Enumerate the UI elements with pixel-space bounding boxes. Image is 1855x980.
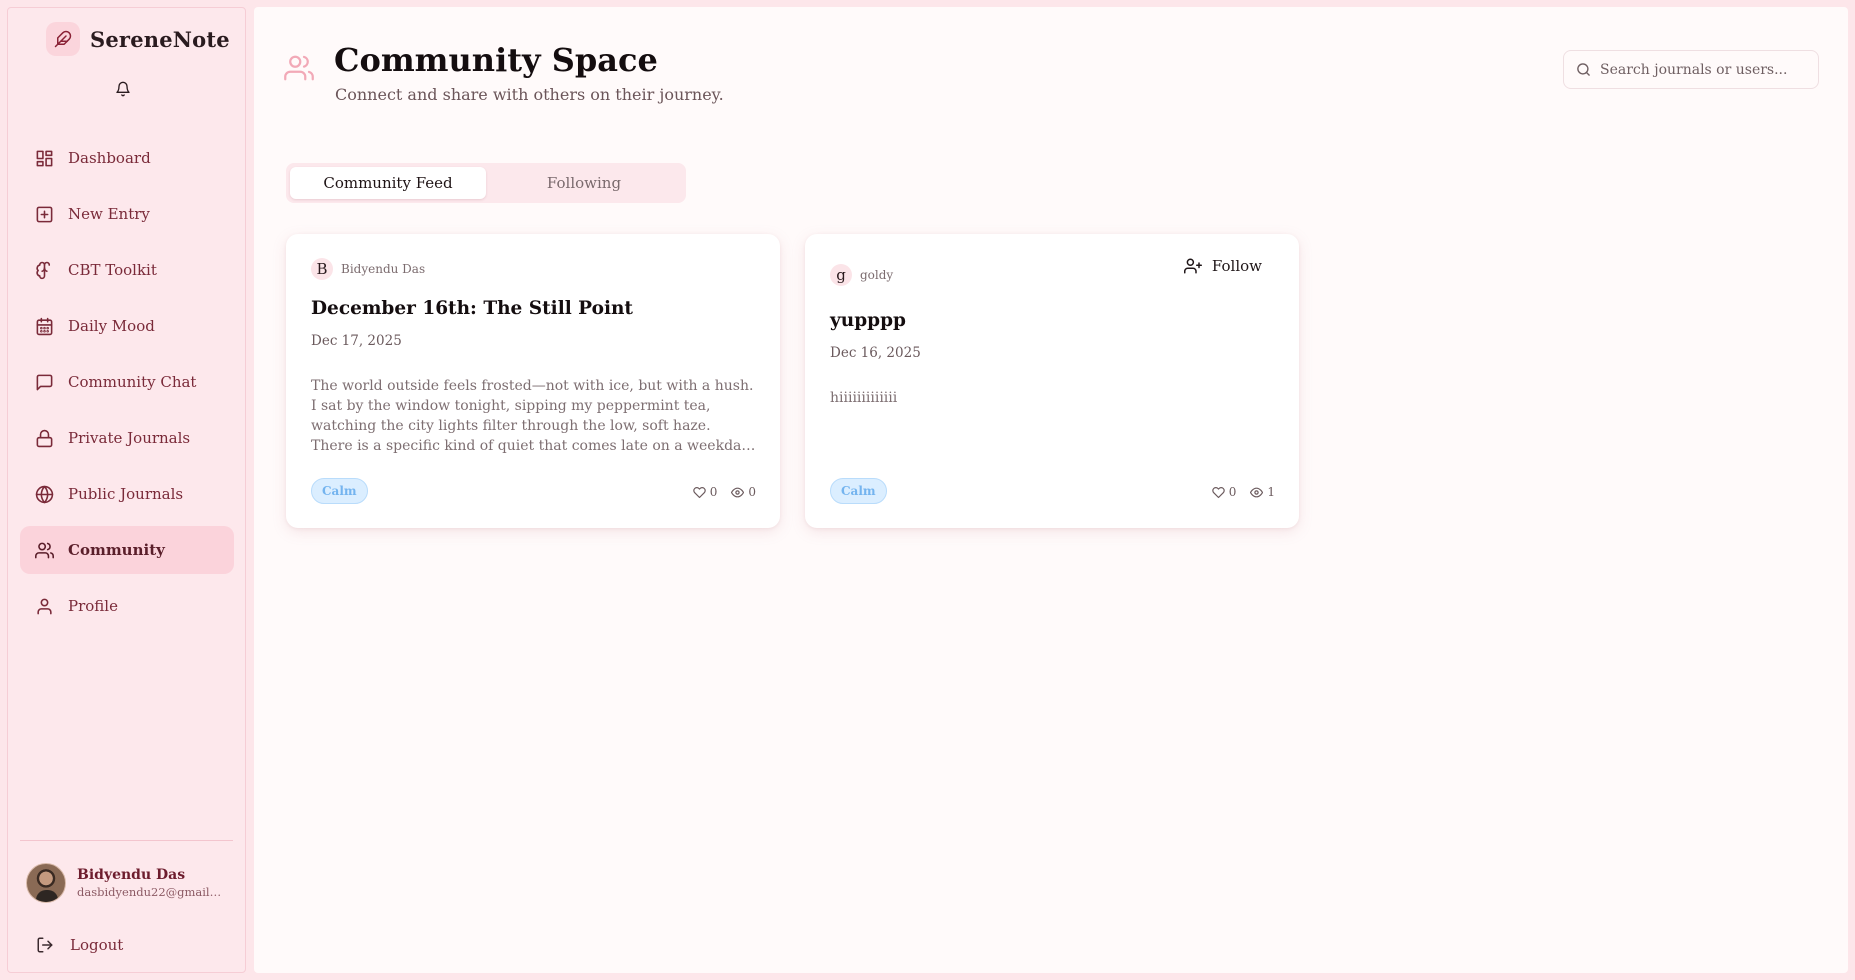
- sidebar-item-label: Private Journals: [68, 429, 191, 447]
- view-stat: 1: [1250, 485, 1275, 499]
- main-content: Community Space Connect and share with o…: [254, 7, 1848, 973]
- heart-icon: [1211, 486, 1225, 499]
- view-stat: 0: [731, 485, 756, 499]
- lock-icon: [35, 429, 54, 448]
- sidebar-item-label: Dashboard: [68, 149, 151, 167]
- sidebar-item-label: Community Chat: [68, 373, 197, 391]
- user-email: dasbidyendu22@gmail.com: [77, 885, 222, 899]
- sidebar-item-label: Profile: [68, 597, 118, 615]
- user-name: Bidyendu Das: [77, 867, 186, 883]
- eye-icon: [1250, 486, 1264, 499]
- users-icon: [35, 541, 54, 560]
- post-date: Dec 16, 2025: [830, 345, 921, 361]
- logout-icon: [36, 936, 54, 954]
- sidebar-item-label: Daily Mood: [68, 317, 155, 335]
- post-date: Dec 17, 2025: [311, 333, 402, 349]
- follow-label: Follow: [1211, 257, 1262, 275]
- heart-icon: [692, 486, 706, 499]
- message-icon: [35, 373, 54, 392]
- post-stats: 0 0: [692, 485, 756, 499]
- like-button[interactable]: 0: [1211, 485, 1237, 499]
- like-button[interactable]: 0: [692, 485, 718, 499]
- users-icon: [284, 53, 314, 83]
- sidebar-item-daily-mood[interactable]: Daily Mood: [20, 302, 234, 350]
- app-name: SereneNote: [90, 26, 230, 52]
- eye-icon: [731, 486, 745, 499]
- like-count: 0: [709, 485, 718, 499]
- user-icon: [35, 597, 54, 616]
- author-name: Bidyendu Das: [341, 262, 426, 276]
- sidebar-item-private-journals[interactable]: Private Journals: [20, 414, 234, 462]
- follow-button[interactable]: Follow: [1183, 257, 1262, 275]
- search-input[interactable]: [1600, 61, 1810, 78]
- post-stats: 0 1: [1211, 485, 1275, 499]
- sidebar-item-label: Community: [68, 541, 165, 559]
- tab-community-feed[interactable]: Community Feed: [290, 167, 486, 199]
- author-avatar: B: [311, 258, 333, 280]
- post-author[interactable]: B Bidyendu Das: [311, 258, 425, 280]
- sidebar-nav: Dashboard New Entry CBT Toolkit Daily Mo…: [20, 134, 234, 638]
- author-avatar: g: [830, 264, 852, 286]
- sidebar-item-label: New Entry: [68, 205, 150, 223]
- user-plus-icon: [1183, 257, 1202, 275]
- sidebar-divider: [20, 840, 233, 841]
- dashboard-icon: [35, 149, 54, 168]
- sidebar-item-cbt-toolkit[interactable]: CBT Toolkit: [20, 246, 234, 294]
- sidebar-item-public-journals[interactable]: Public Journals: [20, 470, 234, 518]
- view-count: 1: [1267, 485, 1275, 499]
- brand[interactable]: SereneNote: [46, 22, 230, 56]
- feed-tabs: Community Feed Following: [286, 163, 686, 203]
- post-title[interactable]: yupppp: [830, 310, 906, 331]
- mood-tag: Calm: [311, 478, 368, 504]
- sidebar-item-community[interactable]: Community: [20, 526, 234, 574]
- post-card[interactable]: g goldy Follow yupppp Dec 16, 2025 hiiii…: [805, 234, 1299, 528]
- post-author[interactable]: g goldy: [830, 264, 893, 286]
- user-card[interactable]: Bidyendu Das dasbidyendu22@gmail.com: [26, 863, 222, 903]
- like-count: 0: [1228, 485, 1237, 499]
- author-name: goldy: [860, 268, 894, 282]
- sidebar-item-profile[interactable]: Profile: [20, 582, 234, 630]
- sidebar-item-new-entry[interactable]: New Entry: [20, 190, 234, 238]
- plus-square-icon: [35, 205, 54, 224]
- avatar: [26, 863, 66, 903]
- tab-following[interactable]: Following: [486, 167, 682, 199]
- search-icon: [1576, 62, 1591, 77]
- sidebar-item-community-chat[interactable]: Community Chat: [20, 358, 234, 406]
- view-count: 0: [748, 485, 756, 499]
- search-box[interactable]: [1563, 50, 1819, 89]
- post-excerpt: The world outside feels frosted—not with…: [311, 378, 754, 454]
- bell-icon[interactable]: [115, 81, 133, 99]
- sidebar-item-label: Public Journals: [68, 485, 184, 503]
- page-subtitle: Connect and share with others on their j…: [335, 85, 724, 104]
- post-title[interactable]: December 16th: The Still Point: [311, 298, 633, 319]
- brain-icon: [35, 261, 54, 280]
- calendar-icon: [35, 317, 54, 336]
- globe-icon: [35, 485, 54, 504]
- sidebar-item-dashboard[interactable]: Dashboard: [20, 134, 234, 182]
- page-title: Community Space: [334, 41, 658, 79]
- sidebar: SereneNote Dashboard New Entry CBT Toolk…: [7, 7, 246, 973]
- logout-button[interactable]: Logout: [36, 936, 123, 954]
- post-card[interactable]: B Bidyendu Das December 16th: The Still …: [286, 234, 780, 528]
- feather-logo-icon: [46, 22, 80, 56]
- sidebar-item-label: CBT Toolkit: [68, 261, 157, 279]
- logout-label: Logout: [70, 936, 124, 954]
- mood-tag: Calm: [830, 478, 887, 504]
- post-excerpt: hiiiiiiiiiiiii: [830, 390, 898, 406]
